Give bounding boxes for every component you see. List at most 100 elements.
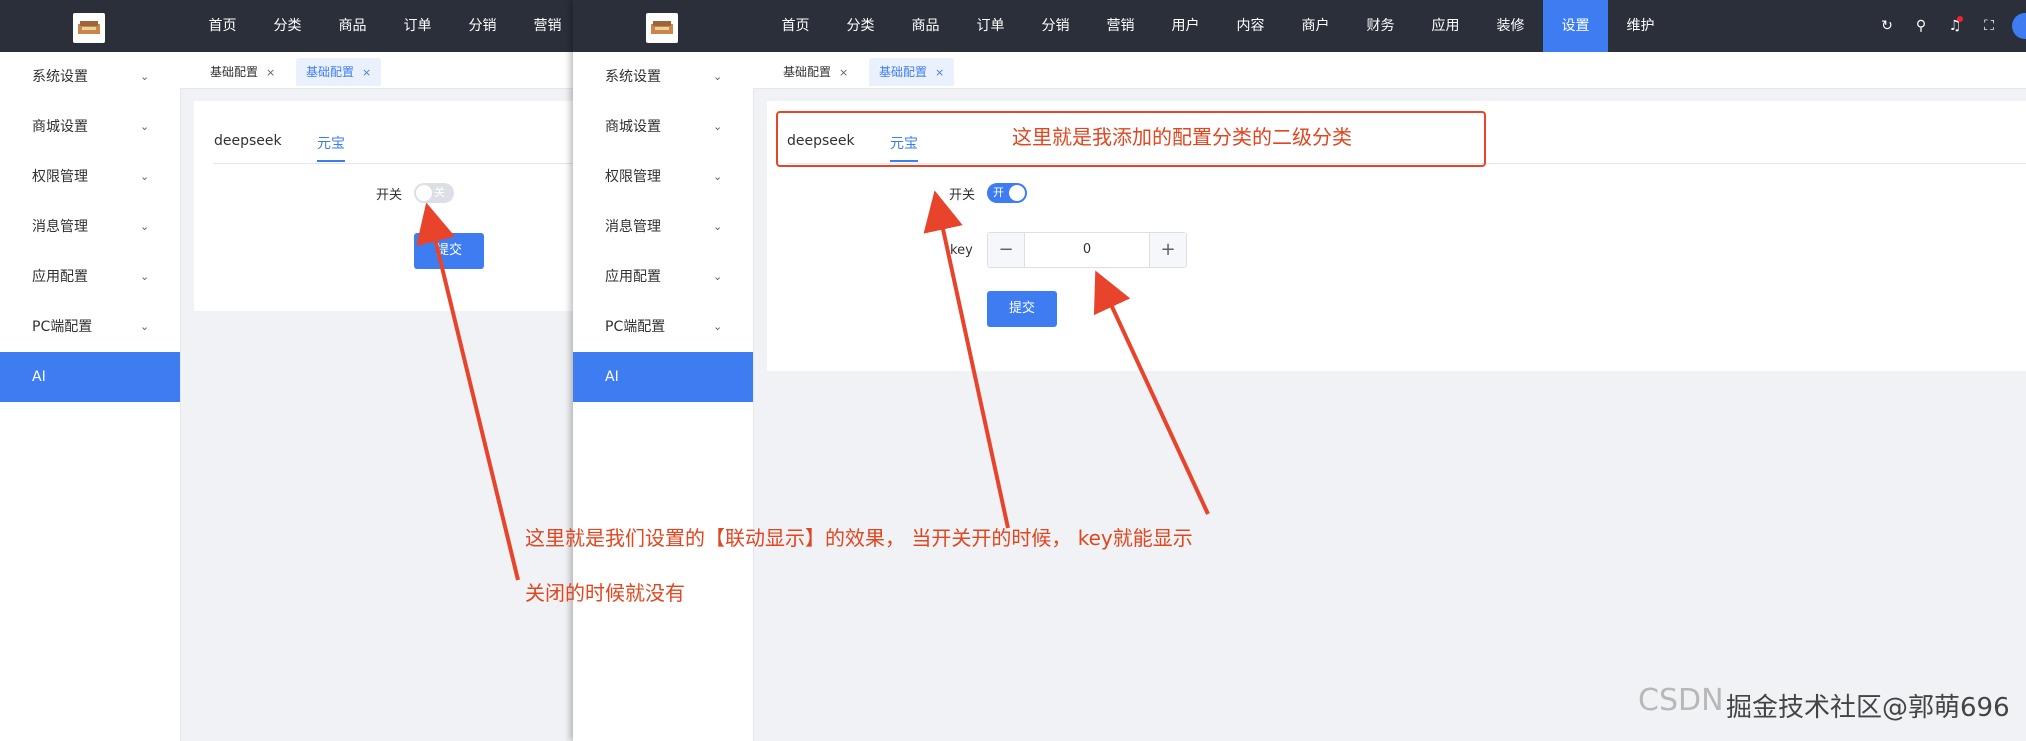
nav-apps[interactable]: 应用 (1413, 0, 1478, 52)
annotation-line-1: 这里就是我们设置的【联动显示】的效果， 当开关开的时候， key就能显示 (525, 526, 1193, 550)
tab-basic-config[interactable]: 基础配置 × (773, 58, 858, 86)
submit-button[interactable]: 提交 (987, 291, 1057, 327)
nav-orders[interactable]: 订单 (958, 0, 1023, 52)
sidebar-item-ai[interactable]: AI (0, 352, 180, 402)
left-screenshot: 首页 分类 商品 订单 分销 营销 系统设置 ⌄ 商城设置 ⌄ 权限管理 ⌄ 消息管理… (0, 0, 573, 741)
chevron-down-icon: ⌄ (140, 170, 150, 183)
key-label: key (950, 243, 973, 258)
switch-toggle[interactable]: 关 (414, 183, 454, 203)
sidebar-item-mall[interactable]: 商城设置 ⌄ (0, 102, 180, 152)
sidebar-item-system[interactable]: 系统设置 ⌄ (573, 52, 753, 102)
chevron-down-icon: ⌄ (713, 120, 723, 133)
nav-marketing[interactable]: 营销 (1088, 0, 1153, 52)
logo[interactable] (646, 13, 678, 43)
close-icon[interactable]: × (362, 66, 371, 79)
sidebar-item-ai[interactable]: AI (573, 352, 753, 402)
sidebar-item-label: 系统设置 (605, 69, 661, 85)
close-icon[interactable]: × (266, 66, 275, 79)
watermark-back: CSDN (1638, 683, 1724, 718)
key-value[interactable]: 0 (1025, 233, 1149, 267)
switch-label: 开关 (376, 188, 403, 203)
top-icons: ↻ ⚲ ♫ ⛶ (1870, 0, 2006, 52)
nav-category[interactable]: 分类 (828, 0, 893, 52)
chevron-down-icon: ⌄ (140, 320, 150, 333)
nav-finance[interactable]: 财务 (1348, 0, 1413, 52)
nav-merchants[interactable]: 商户 (1283, 0, 1348, 52)
avatar[interactable] (2012, 13, 2026, 39)
tab-label: 基础配置 (210, 65, 259, 79)
top-nav-bar: 首页 分类 商品 订单 分销 营销 用户 内容 商户 财务 应用 装修 设置 维… (573, 0, 2026, 52)
annotation-line-2: 关闭的时候就没有 (525, 581, 685, 605)
tab-basic-config-active[interactable]: 基础配置 × (296, 58, 382, 86)
chevron-down-icon: ⌄ (140, 70, 150, 83)
sidebar-item-messages[interactable]: 消息管理 ⌄ (0, 202, 180, 252)
subtab-yuanbao[interactable]: 元宝 (317, 133, 345, 153)
nav-products[interactable]: 商品 (893, 0, 958, 52)
sidebar-item-label: 消息管理 (605, 219, 661, 235)
sidebar: 系统设置 ⌄ 商城设置 ⌄ 权限管理 ⌄ 消息管理 ⌄ 应用配置 ⌄ PC端配置 ⌄ AI (0, 52, 181, 741)
subtab-underline (317, 160, 345, 162)
sidebar-item-label: 消息管理 (32, 219, 88, 235)
sidebar-item-apps[interactable]: 应用配置 ⌄ (573, 252, 753, 302)
bell-icon[interactable]: ♫ (1938, 16, 1972, 34)
nav-category[interactable]: 分类 (255, 0, 320, 52)
tab-basic-config[interactable]: 基础配置 × (200, 58, 285, 86)
search-icon[interactable]: ⚲ (1904, 18, 1938, 34)
logo[interactable] (73, 13, 105, 43)
switch-label: 开关 (949, 188, 976, 203)
chevron-down-icon: ⌄ (140, 120, 150, 133)
annotation-box-text: 这里就是我添加的配置分类的二级分类 (1012, 125, 1352, 149)
sidebar-item-permissions[interactable]: 权限管理 ⌄ (573, 152, 753, 202)
sidebar-item-apps[interactable]: 应用配置 ⌄ (0, 252, 180, 302)
nav-content[interactable]: 内容 (1218, 0, 1283, 52)
sidebar-item-pc[interactable]: PC端配置 ⌄ (0, 302, 180, 352)
sidebar-item-label: 系统设置 (32, 69, 88, 85)
main-nav: 首页 分类 商品 订单 分销 营销 用户 内容 商户 财务 应用 装修 设置 维… (763, 0, 1673, 52)
sidebar-item-pc[interactable]: PC端配置 ⌄ (573, 302, 753, 352)
sidebar: 系统设置 ⌄ 商城设置 ⌄ 权限管理 ⌄ 消息管理 ⌄ 应用配置 ⌄ PC端配置 ⌄ AI (573, 52, 754, 741)
sidebar-item-messages[interactable]: 消息管理 ⌄ (573, 202, 753, 252)
decrement-button[interactable]: − (988, 233, 1025, 267)
nav-distribution[interactable]: 分销 (450, 0, 515, 52)
nav-maintenance[interactable]: 维护 (1608, 0, 1673, 52)
chevron-down-icon: ⌄ (713, 70, 723, 83)
sidebar-item-permissions[interactable]: 权限管理 ⌄ (0, 152, 180, 202)
subtab-deepseek[interactable]: deepseek (214, 133, 282, 149)
sidebar-item-label: AI (605, 369, 619, 385)
config-card: deepseek 元宝 开关 关 提交 (194, 101, 573, 311)
switch-toggle[interactable]: 开 (987, 183, 1027, 203)
tab-label: 基础配置 (879, 65, 928, 79)
close-icon[interactable]: × (935, 66, 944, 79)
close-icon[interactable]: × (839, 66, 848, 79)
sub-tabs: deepseek 元宝 (214, 123, 573, 164)
sidebar-item-label: 商城设置 (605, 119, 661, 135)
tab-label: 基础配置 (306, 65, 355, 79)
chevron-down-icon: ⌄ (713, 320, 723, 333)
switch-knob (416, 185, 432, 201)
nav-distribution[interactable]: 分销 (1023, 0, 1088, 52)
watermark: CSDN 掘金技术社区@郭萌696 (1638, 683, 2010, 723)
page-tabs: 基础配置 × 基础配置 × (180, 52, 573, 89)
fullscreen-icon[interactable]: ⛶ (1972, 18, 2006, 34)
key-stepper[interactable]: − 0 + (987, 232, 1187, 268)
nav-users[interactable]: 用户 (1153, 0, 1218, 52)
sidebar-item-label: PC端配置 (605, 319, 666, 335)
sidebar-item-label: PC端配置 (32, 319, 93, 335)
tab-basic-config-active[interactable]: 基础配置 × (869, 58, 955, 86)
nav-decoration[interactable]: 装修 (1478, 0, 1543, 52)
nav-settings[interactable]: 设置 (1543, 0, 1608, 52)
sidebar-item-label: AI (32, 369, 46, 385)
nav-marketing[interactable]: 营销 (515, 0, 573, 52)
switch-knob (1009, 185, 1025, 201)
increment-button[interactable]: + (1149, 233, 1186, 267)
chevron-down-icon: ⌄ (713, 270, 723, 283)
nav-products[interactable]: 商品 (320, 0, 385, 52)
nav-orders[interactable]: 订单 (385, 0, 450, 52)
nav-home[interactable]: 首页 (190, 0, 255, 52)
sidebar-item-system[interactable]: 系统设置 ⌄ (0, 52, 180, 102)
submit-button[interactable]: 提交 (414, 233, 484, 269)
nav-home[interactable]: 首页 (763, 0, 828, 52)
sidebar-item-label: 权限管理 (605, 169, 661, 185)
refresh-icon[interactable]: ↻ (1870, 18, 1904, 34)
sidebar-item-mall[interactable]: 商城设置 ⌄ (573, 102, 753, 152)
